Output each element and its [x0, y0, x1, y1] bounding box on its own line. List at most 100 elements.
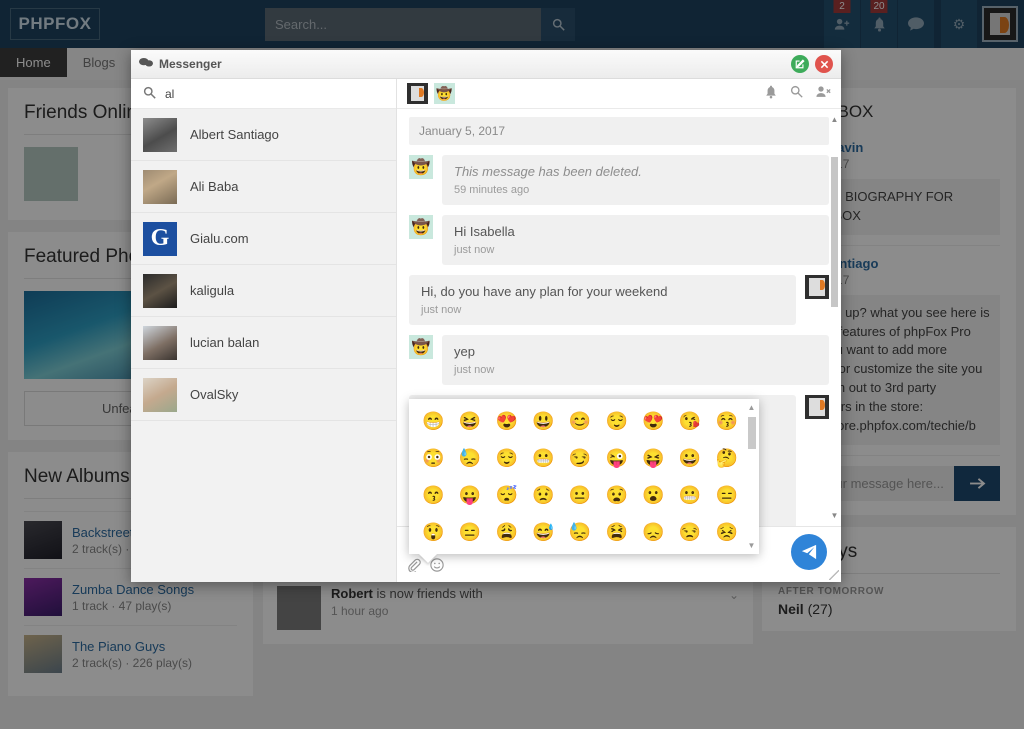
emoji-cell[interactable]: 😴: [488, 477, 525, 514]
avatar-accent: [419, 88, 424, 97]
emoji-grid: 😁 😆 😍 😃 😊 😌 😍 😘 😚 😳 😓 😌 😬 😏 😜 😝 😀 🤔 😙 😛 😴 😟 😐 😧 😮 😬 😑 😲 😑 😩 😅 😓 😫 😞 😒 😣: [415, 403, 745, 550]
emoji-cell[interactable]: 😃: [525, 403, 562, 440]
emoji-scrollbar[interactable]: ▲ ▼: [746, 403, 757, 550]
emoji-cell[interactable]: 😓: [562, 514, 599, 551]
message-bubble: This message has been deleted. 59 minute…: [442, 155, 829, 205]
emoji-cell[interactable]: 😁: [415, 403, 452, 440]
avatar: [143, 169, 177, 204]
caret-down-icon[interactable]: ▼: [830, 511, 839, 520]
emoji-cell[interactable]: 😍: [488, 403, 525, 440]
message-in: 🤠 This message has been deleted. 59 minu…: [409, 155, 829, 205]
avatar: 🤠: [409, 215, 433, 239]
emoji-cell[interactable]: 😌: [488, 440, 525, 477]
emoji-cell[interactable]: 😀: [672, 440, 709, 477]
list-item[interactable]: lucian balan: [131, 317, 396, 369]
search-icon[interactable]: [790, 85, 803, 102]
emoji-cell[interactable]: 😘: [672, 403, 709, 440]
emoji-cell[interactable]: 😏: [562, 440, 599, 477]
avatar: [805, 395, 829, 419]
contact-name: Gialu.com: [190, 231, 249, 246]
message-bubble: Hi Isabella just now: [442, 215, 829, 265]
emoji-picker[interactable]: 😁 😆 😍 😃 😊 😌 😍 😘 😚 😳 😓 😌 😬 😏 😜 😝 😀 🤔 😙 😛 😴 😟 😐 😧 😮 😬 😑 😲 😑 😩 😅 😓 😫 😞 😒 😣 ▲ ▼: [409, 399, 759, 563]
emoji-cell[interactable]: 😑: [452, 514, 489, 551]
contacts-panel: al Albert Santiago Ali Baba G Gialu.com: [131, 79, 397, 582]
emoji-cell[interactable]: 😒: [672, 514, 709, 551]
emoji-cell[interactable]: 😝: [635, 440, 672, 477]
chat-tools: [765, 85, 831, 102]
message-out: Hi, do you have any plan for your weeken…: [409, 275, 829, 325]
message-text: This message has been deleted.: [454, 164, 642, 179]
emoji-cell[interactable]: 😙: [415, 477, 452, 514]
message-text: yep: [454, 344, 475, 359]
list-item[interactable]: G Gialu.com: [131, 213, 396, 265]
messenger-title: Messenger: [159, 57, 222, 71]
emoji-cell[interactable]: 😌: [598, 403, 635, 440]
emoji-cell[interactable]: 😞: [635, 514, 672, 551]
list-item[interactable]: Albert Santiago: [131, 109, 396, 161]
caret-down-icon[interactable]: ▼: [746, 541, 757, 550]
avatar[interactable]: [407, 83, 428, 104]
emoji-cell[interactable]: 😊: [562, 403, 599, 440]
contacts-search-input[interactable]: al: [165, 87, 174, 101]
caret-up-icon[interactable]: ▲: [830, 115, 839, 124]
scrollbar-thumb[interactable]: [748, 417, 756, 449]
scrollbar-thumb[interactable]: [831, 157, 838, 307]
list-item[interactable]: Ali Baba: [131, 161, 396, 213]
close-icon[interactable]: [815, 55, 833, 73]
emoji-cell[interactable]: 😆: [452, 403, 489, 440]
message-in: 🤠 Hi Isabella just now: [409, 215, 829, 265]
screen: PHPFOX 2: [0, 0, 1024, 729]
list-item[interactable]: kaligula: [131, 265, 396, 317]
avatar-accent: [820, 280, 825, 290]
emoji-cell[interactable]: 😫: [598, 514, 635, 551]
list-item[interactable]: OvalSky: [131, 369, 396, 421]
emoji-cell[interactable]: 😣: [708, 514, 745, 551]
message-bubble: Hi, do you have any plan for your weeken…: [409, 275, 796, 325]
avatar-accent: [820, 400, 825, 410]
message-in: 🤠 yep just now: [409, 335, 829, 385]
chat-header: 🤠: [397, 79, 841, 109]
emoji-cell[interactable]: 😧: [598, 477, 635, 514]
emoji-cell[interactable]: 😐: [562, 477, 599, 514]
avatar[interactable]: 🤠: [434, 83, 455, 104]
message-bubble: yep just now: [442, 335, 829, 385]
resize-handle[interactable]: [829, 570, 839, 580]
message-time: just now: [454, 364, 495, 376]
emoji-cell[interactable]: 🤔: [708, 440, 745, 477]
avatar: [143, 117, 177, 152]
contact-name: OvalSky: [190, 387, 239, 402]
contacts-search[interactable]: al: [131, 79, 396, 109]
emoji-cell[interactable]: 😬: [672, 477, 709, 514]
emoji-cell[interactable]: 😜: [598, 440, 635, 477]
chat-panel: 🤠 January 5, 2017 🤠 This message has bee…: [397, 79, 841, 582]
compose-icon[interactable]: [791, 55, 809, 73]
avatar: G: [143, 221, 177, 256]
message-time: just now: [454, 244, 495, 256]
messenger-titlebar[interactable]: Messenger: [131, 50, 841, 79]
emoji-cell[interactable]: 😬: [525, 440, 562, 477]
emoji-cell[interactable]: 😚: [708, 403, 745, 440]
avatar: [143, 325, 177, 360]
emoji-cell[interactable]: 😳: [415, 440, 452, 477]
emoji-cell[interactable]: 😅: [525, 514, 562, 551]
emoji-cell[interactable]: 😟: [525, 477, 562, 514]
avatar: 🤠: [409, 335, 433, 359]
emoji-cell[interactable]: 😲: [415, 514, 452, 551]
emoji-cell[interactable]: 😍: [635, 403, 672, 440]
remove-user-icon[interactable]: [816, 85, 831, 102]
send-button[interactable]: [791, 534, 827, 570]
emoji-popup-tail: [419, 554, 437, 563]
message-scrollbar[interactable]: ▲ ▼: [830, 115, 839, 520]
emoji-cell[interactable]: 😮: [635, 477, 672, 514]
messenger-window: Messenger al Albert Santiago Ali Baba G …: [131, 50, 841, 582]
search-icon: [143, 86, 156, 102]
contact-name: Ali Baba: [190, 179, 239, 194]
avatar: [805, 275, 829, 299]
bell-icon[interactable]: [765, 85, 777, 102]
avatar: [143, 273, 177, 308]
emoji-cell[interactable]: 😛: [452, 477, 489, 514]
caret-up-icon[interactable]: ▲: [746, 403, 757, 412]
emoji-cell[interactable]: 😓: [452, 440, 489, 477]
emoji-cell[interactable]: 😩: [488, 514, 525, 551]
emoji-cell[interactable]: 😑: [708, 477, 745, 514]
